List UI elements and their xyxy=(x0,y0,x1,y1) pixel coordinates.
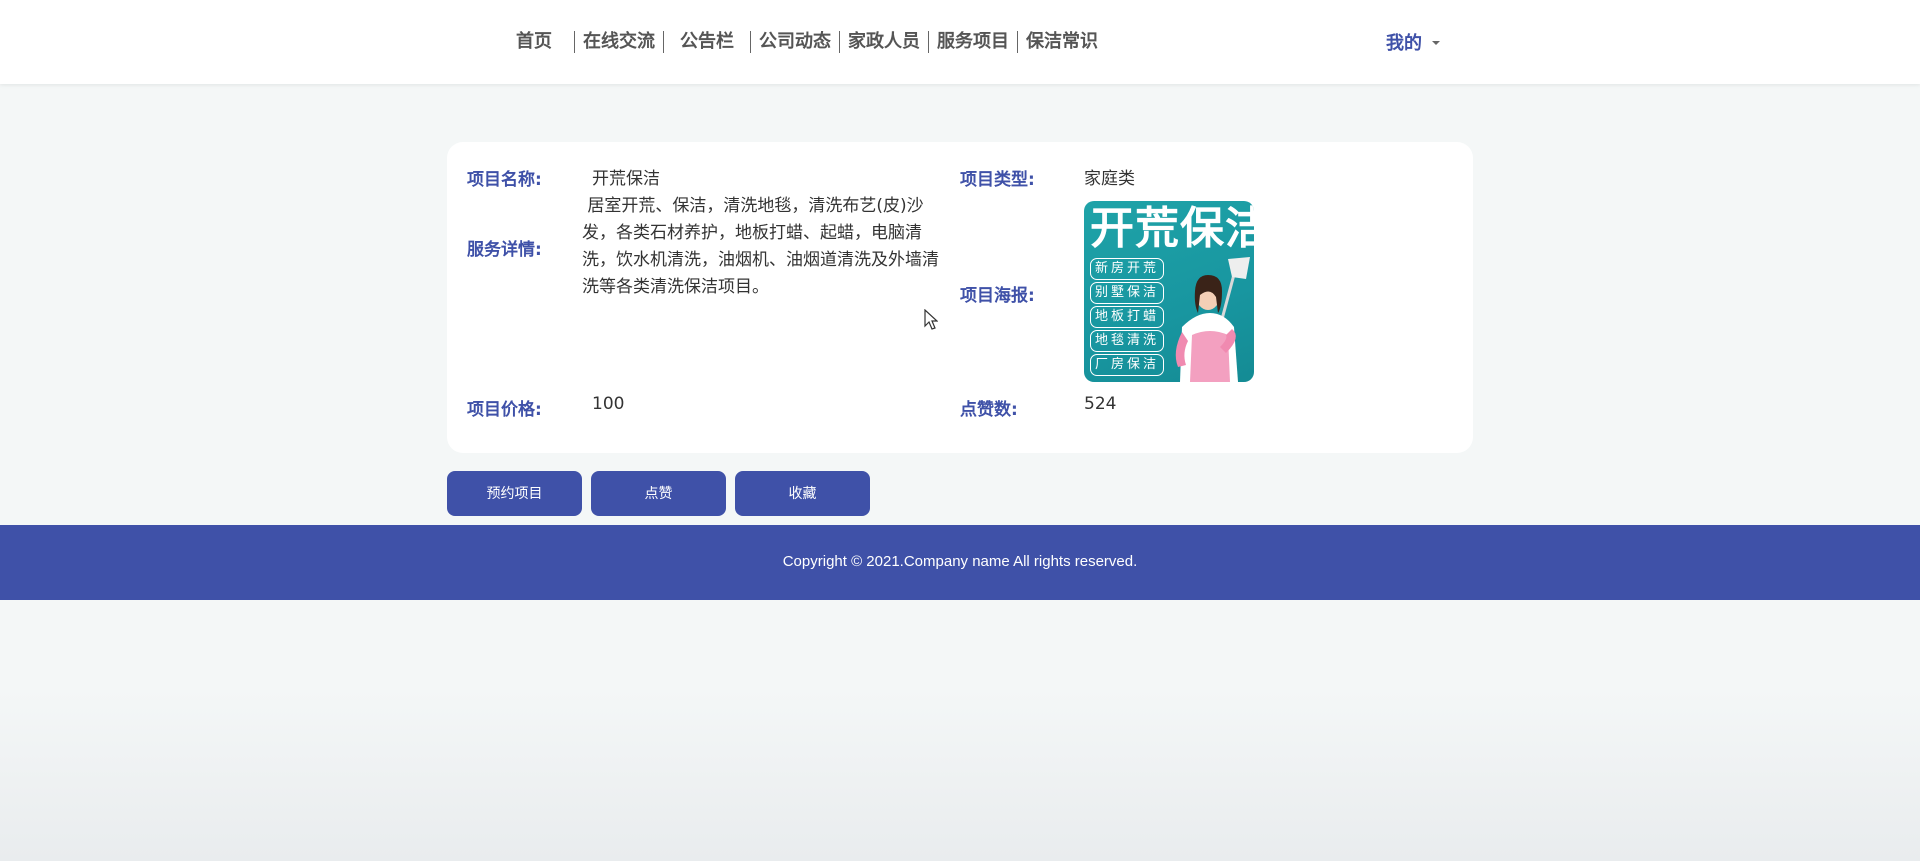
service-detail-label: 服务详情: xyxy=(467,240,542,260)
project-type-label: 项目类型: xyxy=(960,170,1035,190)
poster-tag: 地毯清洗 xyxy=(1090,330,1164,352)
like-button[interactable]: 点赞 xyxy=(591,471,726,516)
book-service-button[interactable]: 预约项目 xyxy=(447,471,582,516)
nav-separator xyxy=(1017,31,1018,53)
user-menu-label: 我的 xyxy=(1386,33,1422,54)
nav-separator xyxy=(928,31,929,53)
nav-item-cleaning-tips[interactable]: 保洁常识 xyxy=(1022,31,1102,53)
project-type-value: 家庭类 xyxy=(1084,169,1135,189)
nav-item-company-news[interactable]: 公司动态 xyxy=(755,31,835,53)
service-detail-text: 居室开荒、保洁，清洗地毯，清洗布艺(皮)沙发，各类石材养护，地板打蜡、起蜡，电脑… xyxy=(582,196,939,297)
nav-item-services[interactable]: 服务项目 xyxy=(933,31,1013,53)
top-navigation-bar: 首页 在线交流 公告栏 公司动态 家政人员 服务项目 保洁常识 我的 xyxy=(0,0,1920,84)
nav-separator xyxy=(574,31,575,53)
caret-down-icon xyxy=(1432,41,1440,45)
project-price-label: 项目价格: xyxy=(467,400,542,420)
project-name-value: 开荒保洁 xyxy=(592,169,660,189)
nav-separator xyxy=(839,31,840,53)
cleaning-lady-illustration xyxy=(1175,257,1250,382)
service-detail-card: 项目名称: 开荒保洁 项目类型: 家庭类 服务详情: 居室开荒、保洁，清洗地毯，… xyxy=(447,142,1473,453)
project-name-label: 项目名称: xyxy=(467,170,542,190)
user-menu-dropdown[interactable]: 我的 xyxy=(1386,29,1440,55)
poster-tag: 地板打蜡 xyxy=(1090,306,1164,328)
poster-tag: 新房开荒 xyxy=(1090,258,1164,280)
nav-separator xyxy=(663,31,664,53)
mouse-cursor-icon xyxy=(924,309,938,330)
nav-item-housekeepers[interactable]: 家政人员 xyxy=(844,31,924,53)
poster-tag: 厂房保洁 xyxy=(1090,354,1164,376)
nav-item-home[interactable]: 首页 xyxy=(510,31,570,53)
poster-title: 开荒保洁 xyxy=(1090,203,1254,254)
nav-item-online-chat[interactable]: 在线交流 xyxy=(579,31,659,53)
project-poster-label: 项目海报: xyxy=(960,286,1035,306)
nav-item-bulletin[interactable]: 公告栏 xyxy=(668,31,746,53)
service-detail-value: 居室开荒、保洁，清洗地毯，清洗布艺(皮)沙发，各类石材养护，地板打蜡、起蜡，电脑… xyxy=(582,193,948,301)
project-poster-image: 开荒保洁 新房开荒 别墅保洁 地板打蜡 地毯清洗 厂房保洁 xyxy=(1084,201,1254,382)
main-nav: 首页 在线交流 公告栏 公司动态 家政人员 服务项目 保洁常识 xyxy=(510,27,1102,57)
copyright-text: Copyright © 2021.Company name All rights… xyxy=(782,553,1138,570)
nav-separator xyxy=(750,31,751,53)
favorite-button[interactable]: 收藏 xyxy=(735,471,870,516)
likes-count-value: 524 xyxy=(1084,394,1117,414)
page-footer: Copyright © 2021.Company name All rights… xyxy=(0,525,1920,600)
poster-tag: 别墅保洁 xyxy=(1090,282,1164,304)
likes-count-label: 点赞数: xyxy=(960,400,1018,420)
project-price-value: 100 xyxy=(592,394,625,414)
